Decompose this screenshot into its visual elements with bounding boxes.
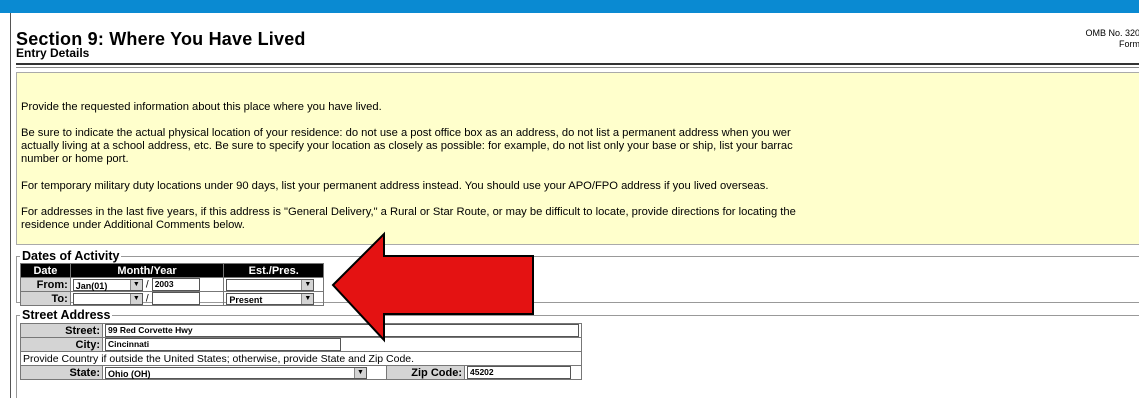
instructions-panel: Provide the requested information about … (16, 72, 1139, 245)
page-subtitle: Entry Details (16, 46, 90, 60)
zip-cell: 45202 (464, 365, 582, 380)
date-separator: / (145, 293, 149, 305)
instruction-line: For addresses in the last five years, if… (21, 206, 796, 218)
chevron-down-icon[interactable]: ▼ (354, 367, 366, 378)
instruction-line: residence under Additional Comments belo… (21, 219, 245, 231)
street-label: Street: (20, 323, 103, 338)
from-est-cell: ▼ (223, 277, 324, 292)
to-month-year-cell: ▼ / (69, 291, 225, 306)
est-pres-column-header: Est./Pres. (223, 263, 324, 278)
city-input[interactable]: Cincinnati (105, 338, 341, 351)
instruction-line: For temporary military duty locations un… (21, 180, 769, 192)
from-est-select[interactable]: ▼ (226, 278, 315, 291)
from-month-value: Jan(01) (75, 280, 108, 291)
country-note: Provide Country if outside the United St… (20, 351, 582, 366)
to-label: To: (20, 291, 71, 306)
zip-input[interactable]: 45202 (467, 366, 571, 379)
dates-table: Date Month/Year Est./Pres. From: Jan(01)… (20, 263, 324, 306)
state-label: State: (20, 365, 103, 380)
city-label: City: (20, 337, 103, 352)
red-arrow-icon (331, 231, 534, 343)
from-month-select[interactable]: Jan(01) ▼ (72, 278, 143, 291)
instruction-line: Provide the requested information about … (21, 101, 382, 113)
to-est-cell: Present ▼ (223, 291, 324, 306)
red-arrow-shape (331, 231, 534, 343)
window-top-bar (0, 0, 1139, 13)
street-address-legend: Street Address (20, 308, 113, 322)
to-est-value: Present (229, 294, 263, 305)
dates-of-activity-legend: Dates of Activity (20, 249, 122, 263)
date-separator: / (145, 279, 149, 291)
chevron-down-icon[interactable]: ▼ (301, 279, 314, 290)
omb-line-1: OMB No. 320 (1085, 28, 1139, 38)
header-divider (16, 63, 1139, 65)
zip-label: Zip Code: (386, 365, 465, 380)
from-month-year-cell: Jan(01) ▼ / 2003 (69, 277, 225, 292)
state-select[interactable]: Ohio (OH) ▼ (105, 366, 367, 379)
instruction-line: Be sure to indicate the actual physical … (21, 127, 791, 139)
state-value: Ohio (OH) (108, 368, 151, 379)
to-est-select[interactable]: Present ▼ (226, 292, 315, 305)
omb-number: OMB No. 320 Form (1085, 28, 1139, 50)
header-divider-thin (16, 67, 1139, 68)
state-cell: Ohio (OH) ▼ (102, 365, 387, 380)
from-label: From: (20, 277, 71, 292)
instruction-line: number or home port. (21, 153, 129, 165)
chevron-down-icon[interactable]: ▼ (129, 279, 142, 290)
date-column-header: Date (20, 263, 71, 278)
to-year-input[interactable] (151, 292, 200, 305)
instruction-line: actually living at a school address, etc… (21, 140, 793, 152)
form-page: Section 9: Where You Have Lived Entry De… (10, 13, 1139, 398)
to-month-select[interactable]: ▼ (72, 292, 143, 305)
chevron-down-icon[interactable]: ▼ (301, 293, 314, 304)
month-year-column-header: Month/Year (69, 263, 225, 278)
from-year-input[interactable]: 2003 (151, 278, 200, 291)
chevron-down-icon[interactable]: ▼ (129, 293, 142, 304)
omb-line-2: Form (1119, 39, 1139, 49)
